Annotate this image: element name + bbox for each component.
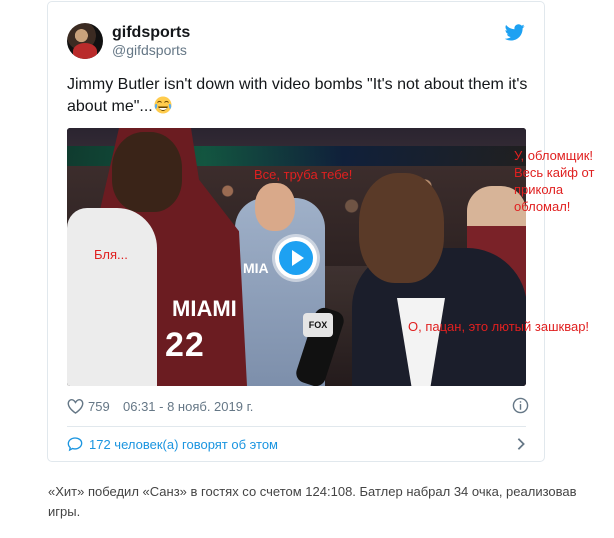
tweet-timestamp[interactable]: 06:31 - 8 нояб. 2019 г. [123, 399, 253, 414]
conversation-link[interactable]: 172 человек(а) говорят об этом [67, 435, 526, 455]
shirt-text: MIA [243, 260, 269, 276]
conversation-label[interactable]: 172 человек(а) говорят об этом [89, 437, 278, 452]
play-button[interactable] [275, 237, 317, 279]
overlay-caption-patsan: О, пацан, это лютый зашквар! [408, 319, 590, 334]
tweet-card: gifdsports @gifdsports Jimmy Butler isn'… [47, 1, 545, 462]
overlay-line: У, обломщик! [514, 148, 594, 163]
overlay-line: прикола [514, 182, 564, 197]
info-icon[interactable] [512, 397, 529, 414]
towel [67, 208, 157, 386]
page: gifdsports @gifdsports Jimmy Butler isn'… [0, 0, 614, 538]
speech-bubble-icon [67, 437, 83, 452]
jersey-number: 22 [165, 326, 205, 364]
like-count[interactable]: 759 [88, 399, 110, 414]
tweet-body: Jimmy Butler isn't down with video bombs… [67, 76, 528, 115]
jimmy-butler-head [112, 132, 182, 212]
overlay-line: Весь кайф от [514, 165, 595, 180]
author-handle[interactable]: @gifdsports [112, 42, 187, 58]
author-display-name[interactable]: gifdsports [112, 24, 190, 42]
overlay-caption-bla: Бля... [94, 247, 128, 262]
article-caption-line-2: игры. [48, 504, 81, 519]
jersey-text: MIAMI [172, 296, 237, 321]
reporter-head [359, 173, 444, 283]
overlay-line: обломал! [514, 199, 571, 214]
avatar[interactable] [67, 23, 103, 59]
tweet-text: Jimmy Butler isn't down with video bombs… [67, 74, 529, 118]
heart-icon[interactable] [67, 398, 84, 414]
chevron-right-icon[interactable] [516, 437, 526, 451]
divider [67, 426, 526, 427]
twitter-bird-icon[interactable] [505, 24, 525, 41]
overlay-caption-truba: Все, труба тебе! [254, 167, 353, 182]
tweet-meta-row: 759 06:31 - 8 нояб. 2019 г. [67, 397, 529, 417]
teammate-head [255, 183, 295, 231]
tears-of-joy-emoji-icon [154, 96, 172, 114]
microphone-flag: FOX [303, 313, 333, 337]
play-icon[interactable] [279, 241, 313, 275]
article-caption-line-1: «Хит» победил «Санз» в гостях со счетом … [48, 484, 577, 499]
overlay-caption-oblomshchik: У, обломщик! Весь кайф от прикола облома… [514, 147, 594, 215]
